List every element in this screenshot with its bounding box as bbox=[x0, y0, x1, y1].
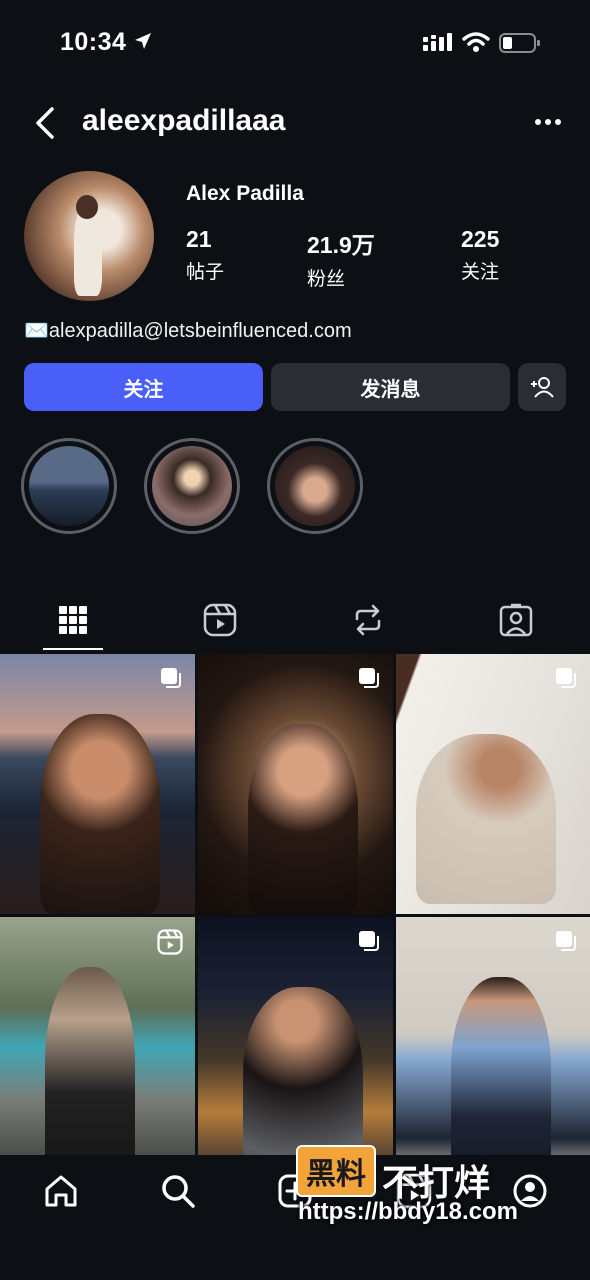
more-options-icon[interactable] bbox=[534, 118, 562, 126]
search-icon[interactable] bbox=[160, 1173, 196, 1209]
story-highlight-3[interactable] bbox=[267, 438, 363, 534]
tab-tagged[interactable] bbox=[492, 600, 540, 640]
watermark: 黑料 不打烊 bbox=[296, 1145, 490, 1206]
reels-icon bbox=[203, 603, 237, 637]
watermark-url: https://bbdy18.com bbox=[298, 1198, 519, 1225]
posts-label: 帖子 bbox=[186, 262, 225, 283]
followers-count[interactable]: 21.9万 粉丝 bbox=[307, 226, 375, 291]
carousel-icon bbox=[161, 668, 181, 688]
back-arrow-icon[interactable] bbox=[32, 106, 58, 140]
tagged-person-icon bbox=[499, 603, 533, 637]
status-time: 10:34 bbox=[60, 28, 127, 56]
follow-button[interactable]: 关注 bbox=[24, 363, 263, 411]
posts-value: 21 bbox=[186, 226, 212, 252]
post-thumbnail-5[interactable] bbox=[198, 917, 393, 1177]
tab-reels[interactable] bbox=[196, 600, 244, 640]
cellular-signal-icon bbox=[423, 33, 452, 51]
post-thumbnail-4[interactable] bbox=[0, 917, 195, 1177]
message-button[interactable]: 发消息 bbox=[271, 363, 510, 411]
tab-posts-grid[interactable] bbox=[49, 600, 97, 640]
following-count[interactable]: 225 关注 bbox=[461, 226, 499, 284]
followers-label: 粉丝 bbox=[307, 269, 346, 290]
suggested-users-button[interactable] bbox=[518, 363, 566, 411]
location-arrow-icon bbox=[135, 33, 151, 49]
story-highlight-2[interactable] bbox=[144, 438, 240, 534]
carousel-icon bbox=[556, 668, 576, 688]
post-thumbnail-2[interactable] bbox=[198, 654, 393, 914]
display-name: Alex Padilla bbox=[186, 182, 304, 205]
followers-value: 21.9万 bbox=[307, 232, 375, 258]
carousel-icon bbox=[556, 931, 576, 951]
grid-icon bbox=[59, 606, 87, 634]
following-value: 225 bbox=[461, 226, 500, 252]
carousel-icon bbox=[359, 931, 379, 951]
repost-icon bbox=[355, 604, 381, 636]
profile-bio[interactable]: ✉️alexpadilla@letsbeinfluenced.com bbox=[24, 318, 352, 343]
watermark-badge: 黑料 bbox=[296, 1145, 376, 1197]
post-thumbnail-6[interactable] bbox=[396, 917, 590, 1177]
battery-icon bbox=[499, 33, 540, 53]
posts-count[interactable]: 21 帖子 bbox=[186, 226, 224, 284]
following-label: 关注 bbox=[461, 262, 500, 283]
story-highlight-1[interactable] bbox=[21, 438, 117, 534]
profile-avatar[interactable] bbox=[24, 171, 154, 301]
post-thumbnail-3[interactable] bbox=[396, 654, 590, 914]
post-thumbnail-1[interactable] bbox=[0, 654, 195, 914]
carousel-icon bbox=[359, 668, 379, 688]
profile-username: aleexpadillaaa bbox=[82, 104, 286, 137]
home-icon[interactable] bbox=[43, 1173, 79, 1209]
active-tab-indicator bbox=[43, 648, 103, 650]
wifi-icon bbox=[462, 32, 490, 52]
add-person-icon bbox=[531, 377, 554, 398]
tab-reposts[interactable] bbox=[344, 600, 392, 640]
reel-icon bbox=[157, 929, 183, 955]
